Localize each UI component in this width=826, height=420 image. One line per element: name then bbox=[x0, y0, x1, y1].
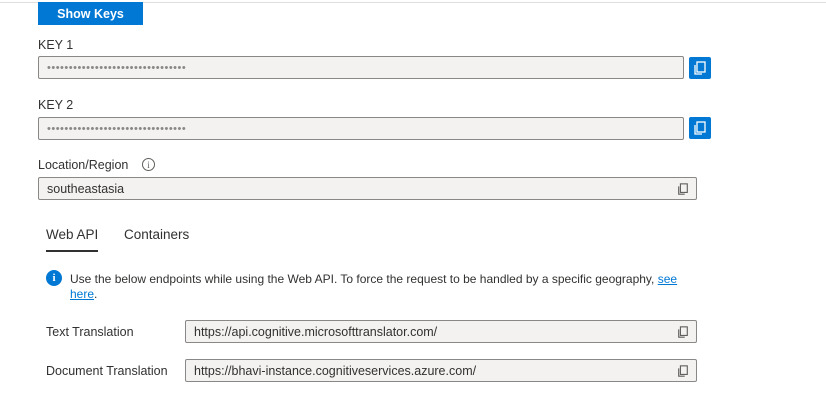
info-icon[interactable]: i bbox=[142, 158, 155, 171]
copy-document-translation-button[interactable] bbox=[676, 364, 690, 378]
tab-containers[interactable]: Containers bbox=[124, 227, 189, 242]
copy-icon bbox=[678, 365, 688, 377]
copy-icon bbox=[678, 326, 688, 338]
copy-key1-button[interactable] bbox=[689, 57, 711, 79]
here-link[interactable]: here bbox=[70, 287, 94, 301]
key1-value: •••••••••••••••••••••••••••••••• bbox=[47, 61, 187, 74]
copy-icon bbox=[694, 121, 706, 135]
see-link[interactable]: see bbox=[658, 272, 677, 286]
info-icon: i bbox=[46, 270, 62, 286]
document-translation-label: Document Translation bbox=[46, 364, 168, 378]
copy-icon bbox=[694, 61, 706, 75]
copy-region-button[interactable] bbox=[676, 182, 690, 196]
region-label: Location/Region bbox=[38, 158, 129, 172]
key2-value: •••••••••••••••••••••••••••••••• bbox=[47, 122, 187, 135]
key1-label: KEY 1 bbox=[38, 38, 74, 52]
region-field[interactable]: southeastasia bbox=[38, 177, 697, 200]
info-text: Use the below endpoints while using the … bbox=[70, 272, 655, 286]
tab-web-api[interactable]: Web API bbox=[46, 227, 99, 252]
copy-key2-button[interactable] bbox=[689, 117, 711, 139]
show-keys-button[interactable]: Show Keys bbox=[38, 2, 143, 25]
text-translation-field[interactable]: https://api.cognitive.microsofttranslato… bbox=[185, 320, 697, 343]
key1-field[interactable]: •••••••••••••••••••••••••••••••• bbox=[38, 56, 684, 79]
region-value: southeastasia bbox=[47, 181, 125, 196]
key2-label: KEY 2 bbox=[38, 98, 74, 112]
key2-field[interactable]: •••••••••••••••••••••••••••••••• bbox=[38, 117, 684, 140]
document-translation-field[interactable]: https://bhavi-instance.cognitiveservices… bbox=[185, 359, 697, 382]
copy-icon bbox=[678, 183, 688, 195]
text-translation-value: https://api.cognitive.microsofttranslato… bbox=[194, 324, 438, 339]
info-trailing: . bbox=[94, 287, 98, 301]
document-translation-value: https://bhavi-instance.cognitiveservices… bbox=[194, 363, 477, 378]
text-translation-label: Text Translation bbox=[46, 325, 134, 339]
copy-text-translation-button[interactable] bbox=[676, 325, 690, 339]
